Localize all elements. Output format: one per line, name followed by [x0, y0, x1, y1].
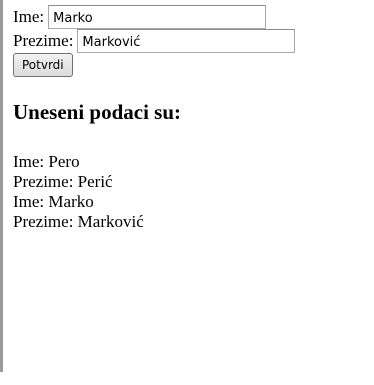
prezime-input[interactable] — [77, 29, 296, 53]
result-line: Prezime: Perić — [13, 172, 113, 192]
page: Ime: Prezime: Potvrdi Uneseni podaci su:… — [0, 0, 374, 385]
result-line: Ime: Marko — [13, 192, 94, 212]
results-list: Ime: Pero Prezime: Perić Ime: Marko Prez… — [13, 152, 374, 232]
content: Ime: Prezime: Potvrdi Uneseni podaci su:… — [13, 0, 374, 232]
submit-row: Potvrdi — [13, 52, 374, 77]
entry-form: Ime: Prezime: Potvrdi — [13, 0, 374, 77]
results-heading: Uneseni podaci su: — [13, 100, 182, 124]
left-border — [0, 0, 3, 372]
ime-label: Ime: — [13, 6, 45, 26]
prezime-label: Prezime: — [13, 30, 74, 50]
submit-button[interactable]: Potvrdi — [13, 53, 73, 77]
result-line: Ime: Pero — [13, 152, 80, 172]
result-line: Prezime: Marković — [13, 212, 144, 232]
ime-input[interactable] — [48, 5, 267, 29]
